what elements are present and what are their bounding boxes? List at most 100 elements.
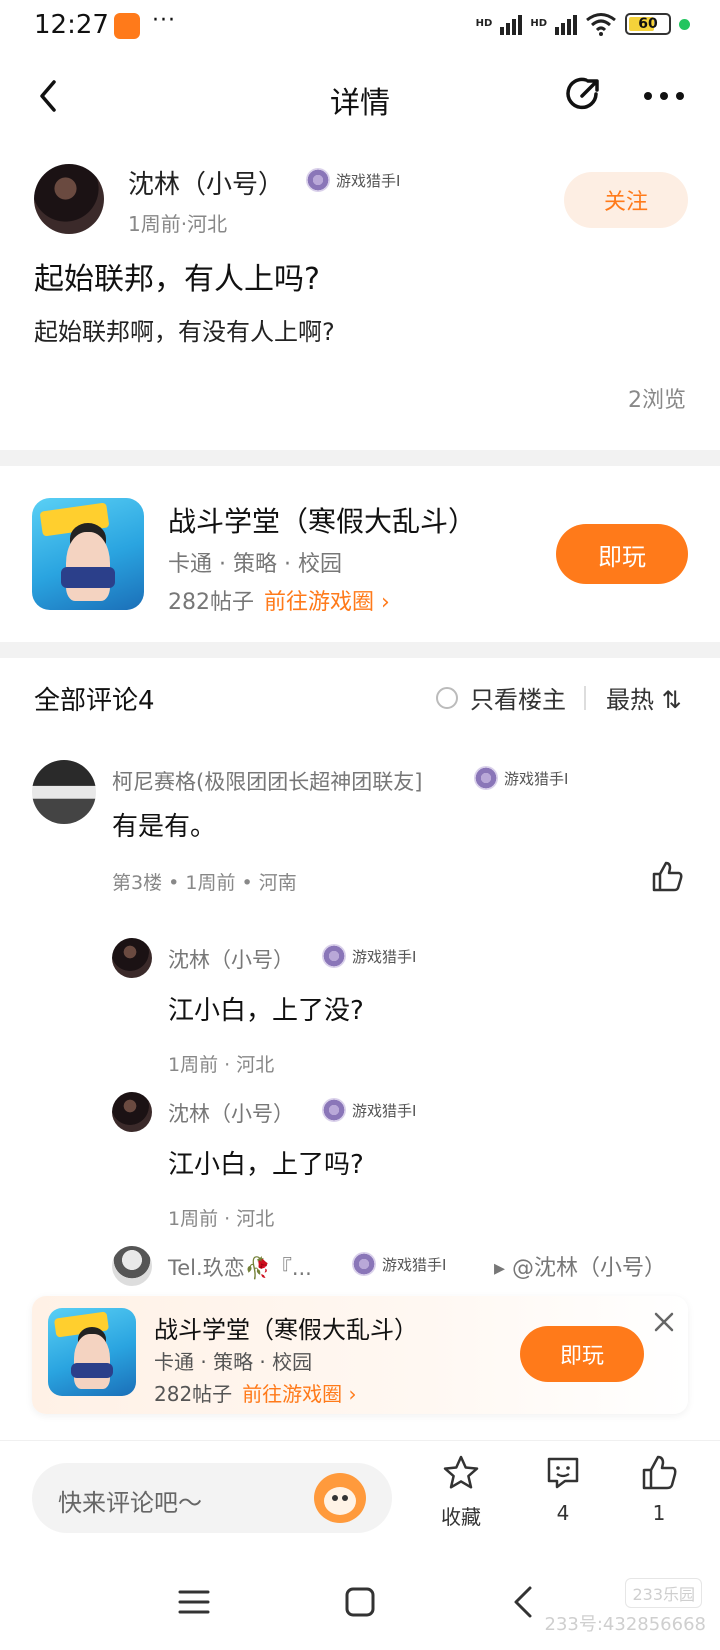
post-author: 沈林（小号） 游戏猎手Ⅰ 1周前·河北 关注	[0, 160, 720, 240]
battery-icon: 60	[625, 13, 671, 35]
game-card[interactable]: 战斗学堂（寒假大乱斗） 卡通 · 策略 · 校园 282帖子 前往游戏圈 › 即玩	[0, 470, 720, 642]
reply-meta: 1周前 · 河北	[168, 1054, 275, 1076]
commenter-avatar[interactable]	[32, 760, 96, 824]
commenter-badge: 游戏猎手Ⅰ	[474, 766, 568, 790]
status-time: 12:27	[34, 10, 109, 40]
comments-count: 全部评论4	[34, 686, 155, 716]
commenter-name[interactable]: 柯尼赛格(极限团团长超神团联友]	[112, 766, 422, 796]
post-title: 起始联邦，有人上吗?	[34, 262, 320, 297]
mascot-emoji-icon[interactable]	[314, 1473, 366, 1523]
replier-avatar[interactable]	[112, 1246, 152, 1286]
game-icon[interactable]	[48, 1308, 136, 1396]
badge-label: 游戏猎手Ⅰ	[352, 947, 417, 966]
badge-icon	[322, 944, 346, 968]
close-icon[interactable]	[652, 1310, 676, 1334]
reply-text: 江小白，上了没?	[168, 996, 364, 1026]
goto-circle-link[interactable]: 前往游戏圈 ›	[242, 1382, 356, 1406]
status-indicators: HD HD 60	[476, 12, 690, 36]
replier-avatar[interactable]	[112, 1092, 152, 1132]
watermark-logo: 233乐园	[625, 1578, 702, 1608]
bottom-bar: 快来评论吧～ 收藏 4 1	[0, 1440, 720, 1550]
more-notifications-icon: ···	[152, 8, 176, 33]
game-post-count: 282帖子	[168, 590, 254, 615]
favorite-button[interactable]: 收藏	[416, 1453, 506, 1530]
comment-input[interactable]: 快来评论吧～	[32, 1463, 392, 1533]
like-count: 1	[652, 1501, 666, 1525]
battery-level: 60	[638, 16, 658, 32]
share-icon[interactable]	[562, 72, 606, 116]
signal-icon-2	[555, 13, 577, 35]
divider	[584, 686, 586, 710]
badge-icon	[306, 168, 330, 192]
green-dot-icon	[679, 18, 690, 30]
floating-game-card[interactable]: 战斗学堂（寒假大乱斗） 卡通 · 策略 · 校园 282帖子 前往游戏圈 › 即玩	[32, 1296, 688, 1414]
game-posts: 282帖子 前往游戏圈 ›	[168, 584, 390, 616]
play-button[interactable]: 即玩	[520, 1326, 644, 1382]
app-notification-icon	[114, 13, 140, 39]
only-op-toggle[interactable]: 只看楼主	[436, 680, 566, 715]
replier-badge: 游戏猎手Ⅰ	[352, 1252, 446, 1276]
replier-avatar[interactable]	[112, 938, 152, 978]
watermark: 233号:432856668	[544, 1614, 707, 1635]
thumb-up-icon	[642, 1455, 677, 1490]
like-button[interactable]: 1	[614, 1453, 704, 1525]
author-badge: 游戏猎手Ⅰ	[306, 168, 400, 192]
post-body: 起始联邦啊，有没有人上啊?	[34, 318, 335, 346]
badge-icon	[322, 1098, 346, 1122]
wifi-icon	[586, 13, 616, 36]
game-title[interactable]: 战斗学堂（寒假大乱斗）	[168, 500, 476, 540]
badge-label: 游戏猎手Ⅰ	[504, 769, 569, 788]
reply-text: 江小白，上了吗?	[168, 1150, 364, 1180]
follow-button[interactable]: 关注	[564, 172, 688, 228]
favorite-label: 收藏	[441, 1505, 481, 1529]
reply-meta: 1周前 · 河北	[168, 1208, 275, 1230]
badge-label: 游戏猎手Ⅰ	[336, 171, 401, 190]
sort-selector[interactable]: 最热 ⇅	[606, 680, 682, 715]
page-title: 详情	[330, 86, 390, 121]
comment-count: 4	[556, 1501, 570, 1525]
replier-name[interactable]: 沈林（小号）	[168, 944, 294, 974]
badge-icon	[474, 766, 498, 790]
divider	[0, 642, 720, 658]
thumb-up-icon[interactable]	[650, 860, 684, 894]
radio-icon[interactable]	[436, 686, 458, 709]
game-post-count: 282帖子	[154, 1382, 233, 1406]
menu-icon[interactable]	[174, 1582, 214, 1622]
replier-badge: 游戏猎手Ⅰ	[322, 944, 416, 968]
play-button[interactable]: 即玩	[556, 524, 688, 584]
comments-header: 全部评论4 只看楼主 最热 ⇅	[0, 660, 720, 730]
divider	[0, 450, 720, 466]
comment-placeholder[interactable]: 快来评论吧～	[58, 1483, 202, 1518]
game-posts: 282帖子 前往游戏圈 ›	[154, 1378, 357, 1407]
only-op-label[interactable]: 只看楼主	[470, 680, 566, 715]
comment-meta: 第3楼 • 1周前 • 河南	[112, 872, 297, 894]
hd-label: HD	[475, 18, 493, 29]
badge-icon	[352, 1252, 376, 1276]
post-meta: 1周前·河北	[128, 212, 228, 236]
hd-label-2: HD	[530, 18, 547, 29]
replier-name[interactable]: Tel.玖恋🥀『...	[168, 1252, 312, 1282]
comment-icon	[547, 1457, 579, 1489]
system-nav: 233乐园 233号:432856668	[0, 1560, 720, 1650]
replier-name[interactable]: 沈林（小号）	[168, 1098, 294, 1128]
game-tags: 卡通 · 策略 · 校园	[168, 552, 342, 577]
replier-badge: 游戏猎手Ⅰ	[322, 1098, 416, 1122]
comment-button[interactable]: 4	[518, 1453, 608, 1525]
post-views: 2浏览	[628, 388, 686, 413]
reply-to[interactable]: ▸ @沈林（小号）	[494, 1250, 666, 1282]
badge-label: 游戏猎手Ⅰ	[352, 1101, 417, 1120]
game-title[interactable]: 战斗学堂（寒假大乱斗）	[154, 1310, 418, 1345]
badge-label: 游戏猎手Ⅰ	[382, 1255, 447, 1274]
more-icon[interactable]	[640, 76, 688, 116]
star-icon	[443, 1455, 479, 1489]
game-tags: 卡通 · 策略 · 校园	[154, 1350, 313, 1374]
game-icon[interactable]	[32, 498, 144, 610]
status-bar: 12:27 ··· HD HD 60	[0, 0, 720, 56]
signal-icon	[500, 13, 523, 35]
back-nav-icon[interactable]	[504, 1582, 544, 1622]
home-icon[interactable]	[340, 1582, 380, 1622]
author-name[interactable]: 沈林（小号）	[128, 164, 284, 201]
goto-circle-link[interactable]: 前往游戏圈 ›	[264, 590, 390, 615]
nav-bar: 详情	[0, 62, 720, 134]
author-avatar[interactable]	[34, 164, 104, 234]
